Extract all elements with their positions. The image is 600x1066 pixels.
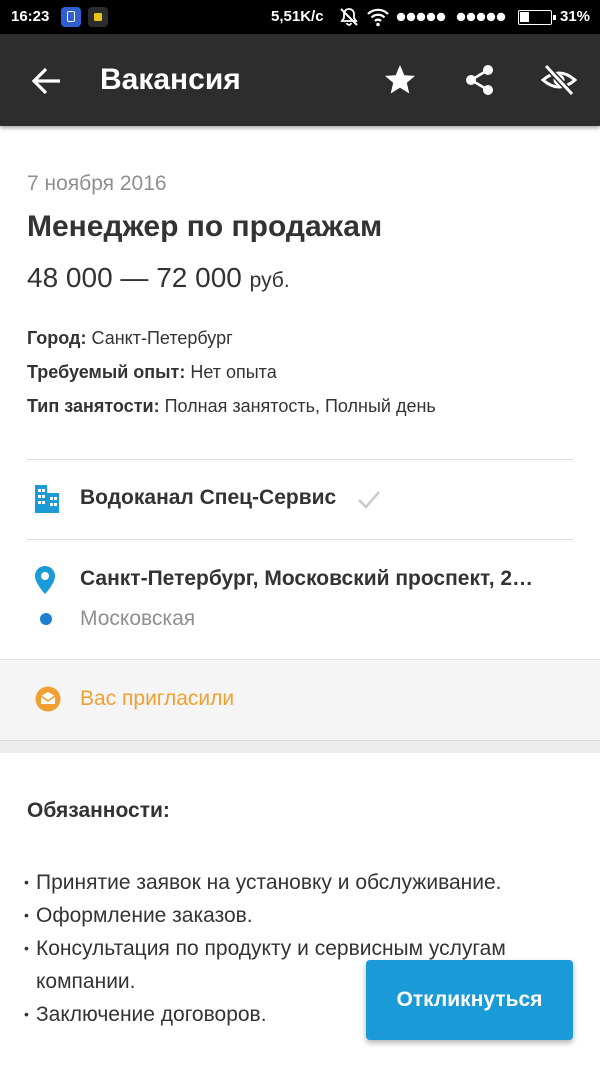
city-value: Санкт-Петербург <box>91 328 233 348</box>
employment-value: Полная занятость, Полный день <box>164 396 436 416</box>
invitation-status: Вас пригласили <box>80 687 235 710</box>
network-speed: 5,51K/c <box>271 8 324 25</box>
star-icon[interactable] <box>382 62 418 98</box>
metro-line-icon <box>40 613 52 625</box>
page-title: Вакансия <box>100 63 241 96</box>
status-bar: 16:23 5,51K/c 31% <box>0 0 600 34</box>
company-name[interactable]: Водоканал Спец-Сервис <box>80 486 336 510</box>
divider <box>27 539 573 540</box>
vacancy-address[interactable]: Санкт-Петербург, Московский проспект, 2… <box>80 567 570 591</box>
wifi-icon <box>367 8 389 27</box>
employment-label: Тип занятости: <box>27 396 160 416</box>
verified-check-icon <box>358 491 380 509</box>
vacancy-title: Менеджер по продажам <box>27 210 383 243</box>
salary: 48 000 — 72 000 руб. <box>27 262 290 294</box>
app-notification-icon <box>61 7 81 27</box>
signal-icon <box>396 12 446 22</box>
divider <box>27 459 573 460</box>
battery-percent: 31% <box>560 8 591 25</box>
experience-label: Требуемый опыт: <box>27 362 186 382</box>
city-label: Город: <box>27 328 87 348</box>
app-toolbar: Вакансия <box>0 34 600 126</box>
salary-currency: руб. <box>249 269 290 292</box>
mute-icon <box>340 8 358 26</box>
apply-button[interactable]: Откликнуться <box>366 960 573 1040</box>
hide-eye-icon[interactable] <box>541 62 577 98</box>
employment-row: Тип занятости: Полная занятость, Полный … <box>27 396 436 417</box>
location-pin-icon <box>35 566 55 594</box>
duties-heading: Обязанности: <box>27 799 170 822</box>
salary-range: 48 000 — 72 000 <box>27 262 242 293</box>
section-separator <box>0 741 600 753</box>
battery-icon <box>518 10 556 25</box>
city-row: Город: Санкт-Петербург <box>27 328 233 349</box>
signal-icon <box>456 12 506 22</box>
publication-date: 7 ноября 2016 <box>27 172 167 195</box>
company-building-icon <box>35 485 59 513</box>
share-icon[interactable] <box>462 62 498 98</box>
metro-station: Московская <box>80 607 196 630</box>
list-item: Оформление заказов. <box>24 899 584 932</box>
invitation-envelope-icon <box>35 686 61 712</box>
back-arrow-icon[interactable] <box>30 64 64 98</box>
experience-row: Требуемый опыт: Нет опыта <box>27 362 277 383</box>
status-time: 16:23 <box>11 8 50 25</box>
app-notification-icon <box>88 7 108 27</box>
list-item: Принятие заявок на установку и обслужива… <box>24 866 584 899</box>
experience-value: Нет опыта <box>190 362 277 382</box>
